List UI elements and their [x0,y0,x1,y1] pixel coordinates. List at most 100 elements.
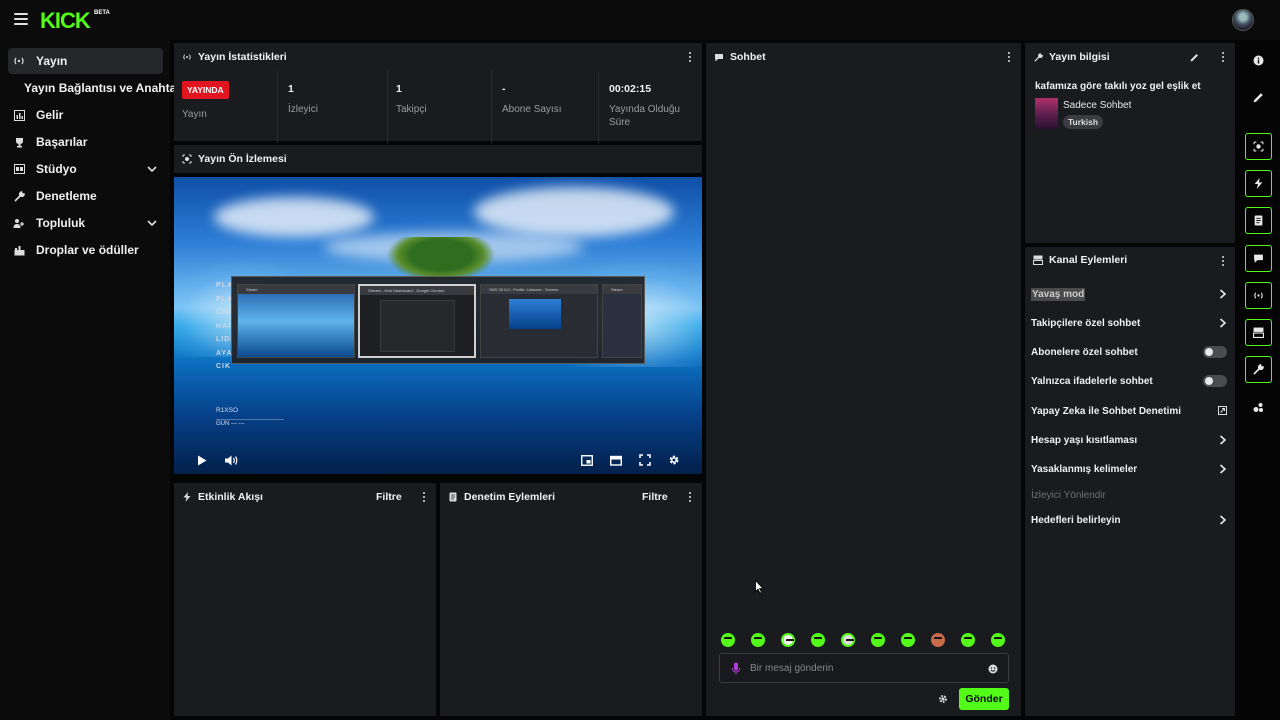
game-gun-label: GUN --- --- [216,419,284,429]
panel-title: Yayın Ön İzlemesi [198,153,287,165]
stat-label: İzleyici [288,104,319,115]
edit-pencil-icon[interactable] [1190,51,1199,65]
sidebar-item-label: Stüdyo [36,162,77,176]
window-thumbnail: Steam [602,284,642,358]
emote-icon[interactable] [841,633,855,647]
banned-words-row[interactable]: Yasaklanmış kelimeler [1031,460,1229,478]
emote-icon[interactable] [871,633,885,647]
set-goals-row[interactable]: Hedefleri belirleyin [1031,511,1229,529]
chat-message-input[interactable] [750,660,980,676]
volume-icon[interactable] [223,452,239,468]
settings-gear-icon[interactable] [666,452,682,468]
chevron-right-icon [1219,515,1227,525]
row-label: Abonelere özel sohbet [1031,346,1138,358]
document-tool-icon[interactable] [1245,207,1272,234]
more-options-icon[interactable] [1007,52,1011,63]
account-age-restriction-row[interactable]: Hesap yaşı kısıtlaması [1031,431,1229,449]
preview-tool-icon[interactable] [1245,133,1272,160]
more-options-icon[interactable] [688,492,692,503]
sidebar-item-stream-key[interactable]: Yayın Bağlantısı ve Anahtarı [20,75,184,101]
sidebar-item-label: Yayın Bağlantısı ve Anahtarı [24,81,185,95]
pip-icon[interactable] [579,452,595,468]
info-icon[interactable] [1245,47,1272,74]
sidebar-item-basarilar[interactable]: Başarılar [8,129,163,155]
top-bar: KICK BETA [0,0,1280,40]
add-widget-icon[interactable] [1245,394,1272,421]
stream-stats-panel: Yayın İstatistikleri YAYINDA Yayın 1 İzl… [174,43,702,143]
sidebar-item-droplar[interactable]: Droplar ve ödüller [8,237,163,263]
emotes-only-toggle[interactable] [1203,375,1227,387]
row-label: Takipçilere özel sohbet [1031,317,1141,329]
chat-input-box[interactable] [719,653,1009,683]
chevron-right-icon [1219,435,1227,445]
stream-category[interactable]: Sadece Sohbet [1063,100,1131,111]
panel-title: Sohbet [730,51,766,63]
panel-title: Etkinlik Akışı [198,491,263,503]
emote-icon[interactable] [961,633,975,647]
broadcast-tool-icon[interactable] [1245,282,1272,309]
wrench-icon [1033,52,1043,62]
channel-actions-tool-icon[interactable] [1245,319,1272,346]
emote-icon[interactable] [721,633,735,647]
user-avatar[interactable] [1232,9,1254,31]
more-options-icon[interactable] [1221,52,1225,63]
chevron-right-icon [1219,464,1227,474]
emoji-icon[interactable] [988,663,998,677]
game-player-name: R1XSO [216,407,239,414]
panel-title: Yayın bilgisi [1049,51,1110,63]
emote-icon[interactable] [901,633,915,647]
filter-button[interactable]: Filtre [642,491,668,503]
stat-label: Abone Sayısı [502,104,562,115]
live-badge: YAYINDA [182,81,229,99]
send-button[interactable]: Gönder [959,688,1009,710]
activity-feed-panel: Etkinlik Akışı Filtre [174,483,436,716]
emote-icon[interactable] [991,633,1005,647]
microphone-icon[interactable] [732,662,740,678]
broadcast-icon [12,54,26,68]
menu-icon[interactable] [14,13,28,25]
sidebar-item-gelir[interactable]: Gelir [8,102,163,128]
wrench-icon [12,189,26,203]
chat-bubble-icon [714,52,724,62]
slow-mode-row[interactable]: Yavaş mod [1031,285,1229,303]
theater-mode-icon[interactable] [608,452,624,468]
wrench-tool-icon[interactable] [1245,356,1272,383]
stat-label: Takipçi [396,104,427,115]
sidebar-item-label: Topluluk [36,216,86,230]
more-options-icon[interactable] [422,492,426,503]
sidebar-item-studyo[interactable]: Stüdyo [8,156,163,182]
stat-label: Yayın [182,109,207,120]
subscribers-only-toggle[interactable] [1203,346,1227,358]
row-label: İzleyici Yönlendir [1031,489,1106,501]
stream-preview-video[interactable]: PLA PLA CHA HAI LIDE AYA CIK R1XSO GUN -… [174,177,702,474]
followers-only-chat-row[interactable]: Takipçilere özel sohbet [1031,314,1229,332]
emote-icon[interactable] [751,633,765,647]
users-icon [12,216,26,230]
sidebar-item-denetleme[interactable]: Denetleme [8,183,163,209]
emote-icon[interactable] [781,633,795,647]
emote-icon[interactable] [811,633,825,647]
panel-title: Yayın İstatistikleri [198,51,287,63]
emote-icon[interactable] [931,633,945,647]
lightning-tool-icon[interactable] [1245,170,1272,197]
fullscreen-icon[interactable] [637,452,653,468]
more-options-icon[interactable] [1221,256,1225,267]
chat-tool-icon[interactable] [1245,245,1272,272]
sidebar: Yayın Yayın Bağlantısı ve Anahtarı Gelir… [0,40,184,720]
window-thumbnail: Steam [237,284,355,358]
chevron-down-icon[interactable] [145,216,159,230]
edit-pencil-icon[interactable] [1245,84,1272,111]
chat-settings-gear-icon[interactable] [938,693,948,707]
play-icon[interactable] [194,452,210,468]
sidebar-item-topluluk[interactable]: Topluluk [8,210,163,236]
sidebar-item-yayin[interactable]: Yayın [8,48,163,74]
filter-button[interactable]: Filtre [376,491,402,503]
window-switcher-overlay: Steam Stream - Kick Dashboard - Google C… [231,276,645,364]
trophy-icon [12,135,26,149]
category-thumbnail [1035,98,1058,129]
chevron-right-icon [1219,289,1227,299]
ai-moderation-row[interactable]: Yapay Zeka ile Sohbet Denetimi [1031,402,1229,420]
chevron-down-icon[interactable] [145,162,159,176]
more-options-icon[interactable] [688,52,692,63]
kick-logo[interactable]: KICK [40,8,91,34]
